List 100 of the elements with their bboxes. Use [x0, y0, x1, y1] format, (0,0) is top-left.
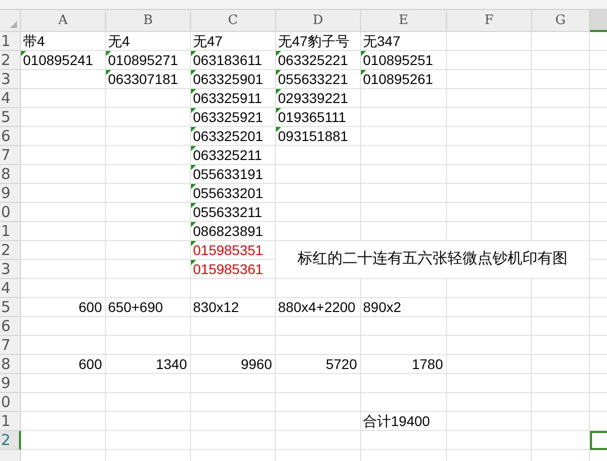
grid-cell[interactable] — [106, 431, 191, 450]
grid-cell[interactable] — [21, 222, 106, 241]
grid-cell[interactable] — [447, 393, 532, 412]
grid-cell[interactable] — [106, 393, 191, 412]
grid-cell[interactable] — [532, 317, 590, 336]
grid-cell[interactable] — [447, 146, 532, 165]
row-header[interactable]: 1 — [0, 32, 21, 51]
grid-cell[interactable] — [106, 203, 191, 222]
row-header[interactable]: 1 — [0, 412, 21, 431]
column-header[interactable]: G — [532, 10, 590, 32]
grid-cell[interactable] — [191, 412, 276, 431]
grid-cell[interactable] — [532, 355, 590, 374]
grid-cell[interactable] — [106, 317, 191, 336]
row-header[interactable]: 6 — [0, 317, 21, 336]
grid-cell[interactable] — [532, 70, 590, 89]
grid-cell[interactable] — [191, 317, 276, 336]
grid-cell[interactable] — [447, 431, 532, 450]
grid-cell[interactable] — [532, 336, 590, 355]
grid-cell[interactable] — [532, 51, 590, 70]
select-all-corner[interactable] — [0, 10, 21, 32]
row-header[interactable]: 2 — [0, 51, 21, 70]
row-header[interactable]: 9 — [0, 184, 21, 203]
grid-cell[interactable] — [532, 412, 590, 431]
grid-cell[interactable] — [532, 146, 590, 165]
grid-cell[interactable] — [21, 203, 106, 222]
grid-cell[interactable] — [106, 412, 191, 431]
grid-cell[interactable] — [276, 412, 361, 431]
row-header[interactable]: 9 — [0, 374, 21, 393]
row-header[interactable]: 3 — [0, 70, 21, 89]
grid-cell[interactable] — [191, 279, 276, 298]
grid-cell[interactable] — [532, 184, 590, 203]
row-header[interactable]: 8 — [0, 165, 21, 184]
grid-cell[interactable] — [276, 146, 361, 165]
grid-cell[interactable] — [447, 108, 532, 127]
grid-cell[interactable] — [191, 336, 276, 355]
row-header[interactable]: 5 — [0, 298, 21, 317]
grid-cell[interactable] — [532, 127, 590, 146]
grid-cell[interactable] — [447, 298, 532, 317]
grid-cell[interactable] — [532, 32, 590, 51]
grid-cell[interactable] — [447, 412, 532, 431]
grid-cell[interactable] — [106, 165, 191, 184]
grid-cell[interactable] — [276, 317, 361, 336]
grid-cell[interactable] — [447, 317, 532, 336]
grid-cell[interactable] — [106, 146, 191, 165]
grid-cell[interactable] — [276, 184, 361, 203]
grid-cell[interactable] — [447, 32, 532, 51]
grid-cell[interactable] — [276, 393, 361, 412]
grid-cell[interactable] — [447, 355, 532, 374]
grid-cell[interactable] — [447, 203, 532, 222]
grid-cell[interactable] — [361, 317, 447, 336]
grid-cell[interactable] — [106, 184, 191, 203]
grid-cell[interactable] — [532, 393, 590, 412]
grid-cell[interactable] — [361, 146, 447, 165]
grid-cell[interactable] — [21, 165, 106, 184]
grid-cell[interactable] — [532, 298, 590, 317]
grid-cell[interactable] — [361, 374, 447, 393]
grid-cell[interactable] — [21, 89, 106, 108]
grid-cell[interactable] — [106, 222, 191, 241]
column-header[interactable]: D — [276, 10, 361, 32]
grid-cell[interactable] — [532, 374, 590, 393]
grid-cell[interactable] — [447, 70, 532, 89]
row-header[interactable]: 8 — [0, 355, 21, 374]
grid-cell[interactable] — [532, 203, 590, 222]
active-cell[interactable] — [590, 431, 607, 450]
grid-cell[interactable] — [447, 165, 532, 184]
grid-cell[interactable] — [447, 51, 532, 70]
grid-cell[interactable] — [21, 260, 106, 279]
grid-cell[interactable] — [106, 108, 191, 127]
grid-cell[interactable] — [21, 374, 106, 393]
grid-cell[interactable] — [361, 184, 447, 203]
grid-cell[interactable] — [361, 203, 447, 222]
grid-cell[interactable] — [361, 393, 447, 412]
row-header[interactable]: 2 — [0, 241, 21, 260]
grid-cell[interactable] — [106, 89, 191, 108]
row-header[interactable]: 7 — [0, 146, 21, 165]
grid-cell[interactable] — [21, 336, 106, 355]
grid-cell[interactable] — [21, 431, 106, 450]
grid-cell[interactable] — [106, 127, 191, 146]
grid-cell[interactable] — [532, 165, 590, 184]
grid-cell[interactable] — [21, 184, 106, 203]
row-header[interactable]: 0 — [0, 203, 21, 222]
grid-cell[interactable] — [447, 336, 532, 355]
column-header[interactable]: F — [447, 10, 532, 32]
grid-cell[interactable] — [106, 260, 191, 279]
grid-cell[interactable] — [276, 165, 361, 184]
column-header[interactable]: E — [361, 10, 447, 32]
row-header[interactable]: 7 — [0, 336, 21, 355]
row-header[interactable]: 5 — [0, 108, 21, 127]
column-header[interactable]: C — [191, 10, 276, 32]
grid-cell[interactable] — [191, 374, 276, 393]
grid-cell[interactable] — [21, 108, 106, 127]
grid-cell[interactable] — [21, 146, 106, 165]
grid-cell[interactable] — [21, 317, 106, 336]
row-header[interactable]: 1 — [0, 222, 21, 241]
grid-cell[interactable] — [21, 241, 106, 260]
grid-cell[interactable] — [447, 127, 532, 146]
row-header[interactable]: 3 — [0, 260, 21, 279]
grid-cell[interactable] — [21, 70, 106, 89]
grid-cell[interactable] — [106, 241, 191, 260]
grid-cell[interactable] — [361, 336, 447, 355]
